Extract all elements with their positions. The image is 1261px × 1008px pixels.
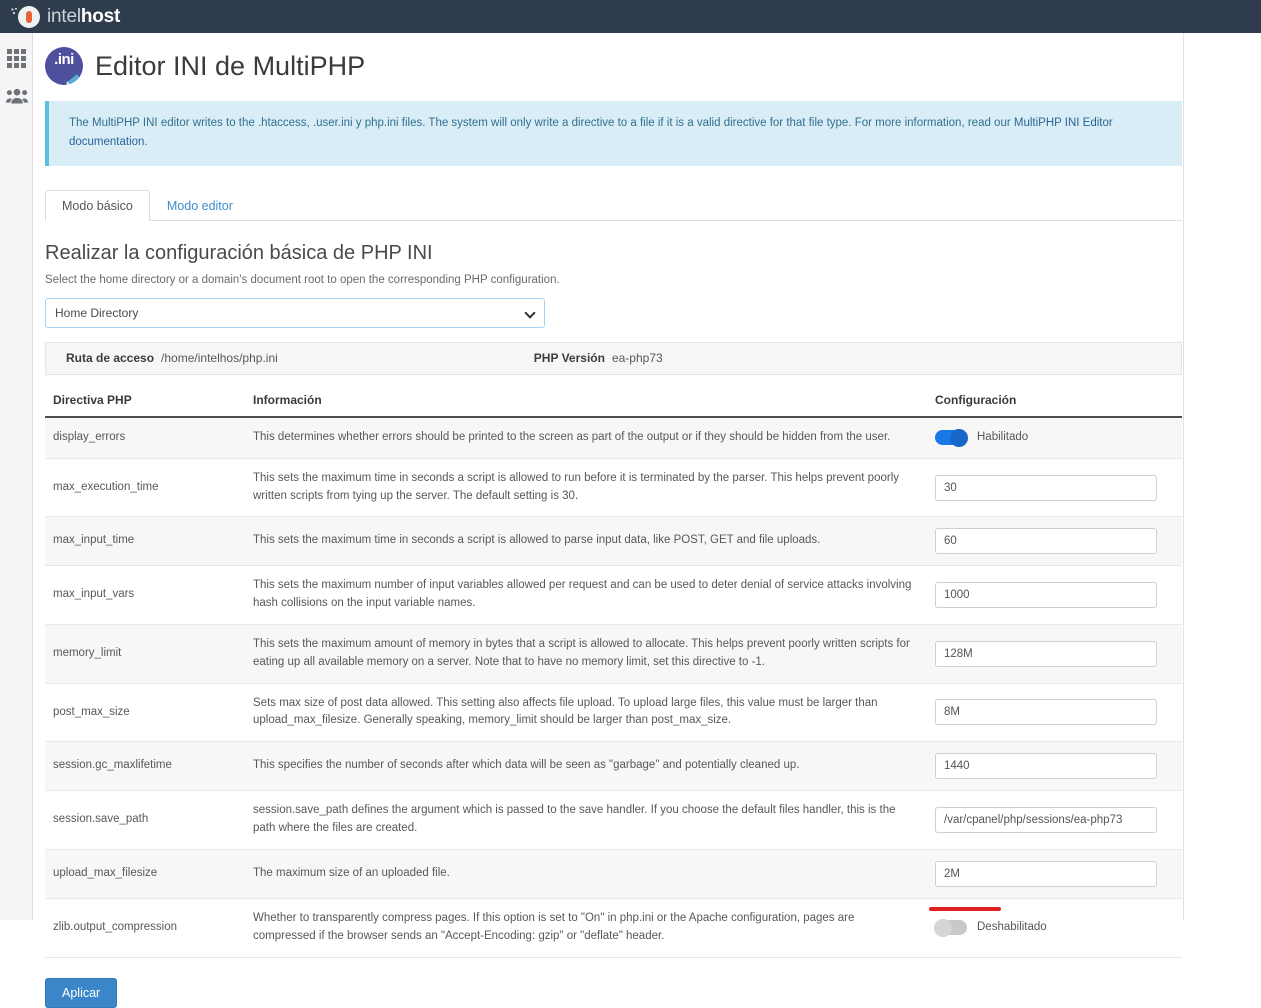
directive-description: This sets the maximum number of input va… (245, 565, 927, 625)
directive-configuration: Deshabilitado (927, 898, 1182, 958)
path-label: Ruta de acceso (66, 351, 155, 366)
directive-configuration (927, 741, 1182, 792)
directive-name: session.gc_maxlifetime (45, 741, 245, 792)
page-header: .ini Editor INI de MultiPHP (33, 33, 1183, 85)
directive-name: max_input_vars (45, 565, 245, 625)
path-version-strip: Ruta de acceso/home/intelhos/php.ini PHP… (45, 341, 1182, 375)
directive-name: display_errors (45, 416, 245, 459)
version-cell: PHP Versión ea-php73 (534, 351, 663, 365)
directive-configuration (927, 790, 1182, 850)
directive-name: zlib.output_compression (45, 898, 245, 958)
table-row: session.gc_maxlifetime This specifies the… (45, 741, 1182, 792)
input-post_max_size[interactable] (935, 699, 1157, 726)
table-row: max_execution_time This sets the maximum … (45, 458, 1182, 518)
apply-button[interactable]: Aplicar (45, 977, 118, 1008)
directive-name: max_execution_time (45, 458, 245, 518)
header-information: Información (245, 392, 927, 418)
table-row: upload_max_filesize The maximum size of a… (45, 849, 1182, 911)
directive-configuration (927, 624, 1182, 684)
table-row: display_errors This determines whether er… (45, 416, 1182, 459)
directive-description: This sets the maximum amount of memory i… (245, 624, 927, 684)
table-header-row: Directiva PHP Información Configuración (45, 392, 1182, 418)
top-bar: intelhost (0, 0, 1261, 33)
brand-name-light: intel (47, 5, 81, 27)
directive-configuration (927, 565, 1182, 625)
toggle-row: Habilitado (935, 428, 1174, 447)
directive-description: session.save_path defines the argument w… (245, 790, 927, 850)
content-sheet: .ini Editor INI de MultiPHP The MultiPHP… (33, 33, 1184, 1008)
directive-name: upload_max_filesize (45, 849, 245, 899)
version-value: ea-php73 (611, 351, 663, 366)
main-canvas: .ini Editor INI de MultiPHP The MultiPHP… (33, 33, 1261, 1008)
table-row: max_input_vars This sets the maximum numb… (45, 565, 1182, 625)
left-rail (0, 33, 33, 920)
table-row: session.save_path session.save_path defin… (45, 790, 1182, 850)
grid-apps-icon (7, 48, 26, 68)
mode-tabs: Modo básico Modo editor (45, 188, 1182, 221)
directive-name: post_max_size (45, 683, 245, 743)
directive-configuration (927, 458, 1182, 518)
table-head: Directiva PHP Información Configuración (45, 392, 1182, 418)
input-max_input_vars[interactable] (935, 582, 1157, 609)
intelhost-circle-icon (11, 5, 40, 28)
toggle-state-label: Habilitado (977, 430, 1029, 443)
input-max_input_time[interactable] (935, 528, 1157, 555)
info-notice: The MultiPHP INI editor writes to the .h… (45, 101, 1182, 166)
directive-name: max_input_time (45, 516, 245, 567)
path-value: /home/intelhos/php.ini (161, 351, 278, 366)
directive-name: session.save_path (45, 790, 245, 850)
header-configuration: Configuración (927, 392, 1182, 418)
directive-description: This sets the maximum time in seconds a … (245, 516, 927, 567)
directive-configuration (927, 849, 1182, 911)
ini-file-edit-icon: .ini (45, 47, 83, 85)
brand-name: intelhost (47, 6, 120, 28)
directive-configuration (927, 516, 1182, 567)
table-row: post_max_size Sets max size of post data … (45, 683, 1182, 743)
input-upload_max_filesize[interactable] (935, 860, 1157, 887)
path-cell: Ruta de acceso/home/intelhos/php.ini (66, 351, 278, 365)
notice-text-before: The MultiPHP INI editor writes to the .h… (69, 117, 1014, 129)
section-subtitle: Select the home directory or a domain's … (45, 273, 560, 286)
input-session.gc_maxlifetime[interactable] (935, 753, 1157, 780)
tab-modo-editor[interactable]: Modo editor (150, 190, 250, 221)
rail-item-apps[interactable] (0, 39, 33, 77)
rail-item-users[interactable] (0, 77, 33, 115)
notice-text-after: . (144, 135, 148, 148)
directory-select[interactable]: Home Directory (45, 297, 545, 328)
users-group-icon (5, 88, 28, 104)
directive-description: Whether to transparently compress pages.… (245, 898, 927, 958)
input-memory_limit[interactable] (935, 640, 1157, 667)
table-row: max_input_time This sets the maximum time… (45, 516, 1182, 567)
input-session.save_path[interactable] (935, 807, 1157, 834)
input-max_execution_time[interactable] (935, 474, 1157, 501)
directive-description: This sets the maximum time in seconds a … (245, 458, 927, 518)
table-row: zlib.output_compression Whether to transp… (45, 898, 1182, 958)
toggle-switch-zlib.output_compression[interactable] (934, 918, 967, 937)
directive-configuration (927, 683, 1182, 743)
directive-description: Sets max size of post data allowed. This… (245, 683, 927, 743)
table-row: memory_limit This sets the maximum amount… (45, 624, 1182, 684)
directive-description: This specifies the number of seconds aft… (245, 741, 927, 792)
brand-logo[interactable]: intelhost (11, 5, 120, 28)
php-directives-table: Directiva PHP Información Configuración … (45, 392, 1182, 958)
brand-name-bold: host (80, 5, 121, 27)
ini-icon-label: .ini (54, 51, 74, 68)
notice-text: The MultiPHP INI editor writes to the .h… (69, 114, 1166, 152)
toggle-state-label: Deshabilitado (977, 920, 1047, 933)
directive-description: The maximum size of an uploaded file. (245, 849, 927, 899)
directive-description: This determines whether errors should be… (245, 416, 927, 459)
directive-name: memory_limit (45, 624, 245, 684)
toggle-row: Deshabilitado (934, 918, 1174, 937)
directory-select-wrapper: Home Directory (45, 297, 545, 328)
tab-modo-basico[interactable]: Modo básico (45, 189, 150, 221)
page-title: Editor INI de MultiPHP (95, 50, 366, 81)
toggle-switch-display_errors[interactable] (935, 428, 968, 447)
header-directive: Directiva PHP (45, 392, 245, 418)
version-label: PHP Versión (533, 351, 605, 366)
directive-configuration: Habilitado (927, 416, 1182, 459)
section-title: Realizar la configuración básica de PHP … (45, 241, 433, 264)
table-body: display_errors This determines whether er… (45, 416, 1182, 958)
